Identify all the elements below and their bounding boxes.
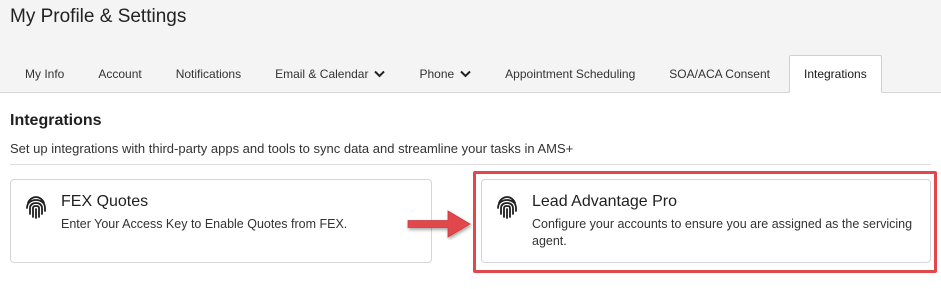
tab-label: Account [98, 67, 142, 81]
page-title: My Profile & Settings [10, 6, 187, 27]
tab-phone[interactable]: Phone [404, 55, 486, 92]
fingerprint-icon [23, 194, 49, 220]
tab-label: SOA/ACA Consent [669, 67, 770, 81]
card-description: Enter Your Access Key to Enable Quotes f… [61, 217, 348, 231]
tab-label: Email & Calendar [275, 67, 369, 81]
arrow-right-icon [407, 210, 471, 238]
card-title: Lead Advantage Pro [532, 193, 678, 210]
tab-integrations[interactable]: Integrations [788, 55, 882, 93]
card-description: Configure your accounts to ensure you ar… [532, 217, 913, 248]
tab-my-info[interactable]: My Info [10, 55, 79, 92]
tab-label: Integrations [803, 67, 867, 81]
page-header: My Profile & Settings My Info Account No… [0, 0, 941, 93]
tab-bar: My Info Account Notifications Email & Ca… [10, 55, 886, 93]
tab-label: Appointment Scheduling [505, 67, 636, 81]
tab-label: My Info [25, 67, 65, 81]
tab-label: Phone [419, 67, 455, 81]
section-title: Integrations [10, 112, 102, 129]
integration-card-fex-quotes[interactable]: FEX Quotes Enter Your Access Key to Enab… [10, 179, 432, 263]
integration-card-lead-advantage-pro[interactable]: Lead Advantage Pro Configure your accoun… [481, 179, 931, 263]
tab-label: Notifications [175, 67, 242, 81]
card-title: FEX Quotes [61, 193, 149, 210]
fingerprint-icon [494, 194, 520, 220]
tab-notifications[interactable]: Notifications [161, 55, 256, 92]
divider [10, 164, 931, 165]
tab-account[interactable]: Account [83, 55, 156, 92]
chevron-down-icon [374, 70, 386, 78]
chevron-down-icon [460, 70, 471, 78]
tab-appointment-scheduling[interactable]: Appointment Scheduling [490, 55, 650, 92]
tab-email-calendar[interactable]: Email & Calendar [260, 55, 400, 92]
tab-soa-aca-consent[interactable]: SOA/ACA Consent [654, 55, 785, 92]
section-description: Set up integrations with third-party app… [10, 141, 574, 156]
